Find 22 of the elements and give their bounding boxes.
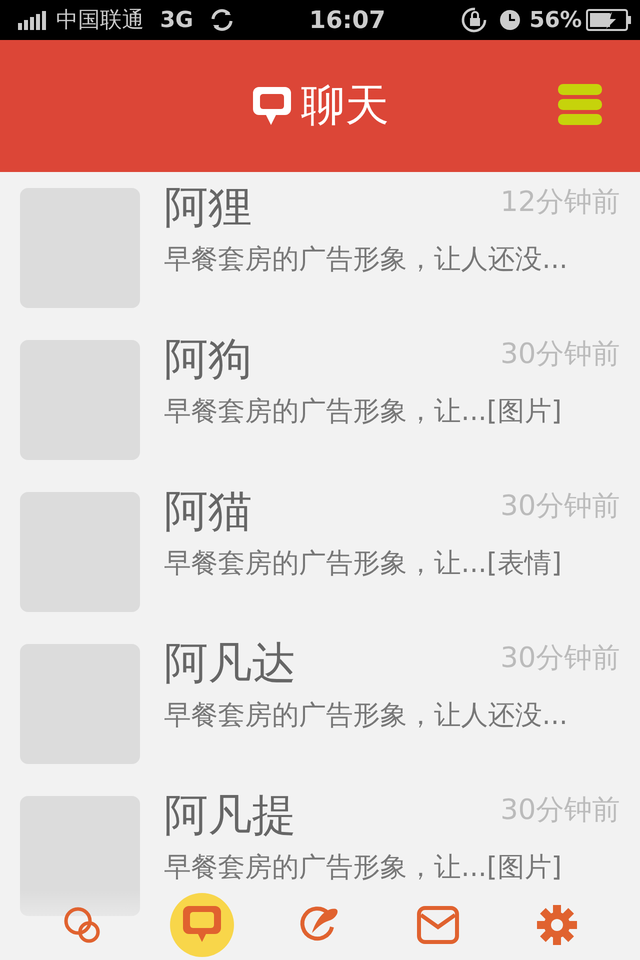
header-title: 聊天	[301, 79, 389, 133]
battery-icon	[586, 9, 632, 31]
message-preview: 早餐套房的广告形象，让...[图片]	[164, 854, 563, 881]
carrier-name: 中国联通	[56, 6, 144, 34]
mail-icon	[416, 905, 460, 945]
battery-percent: 56%	[529, 6, 582, 34]
menu-button[interactable]	[558, 84, 602, 126]
contact-name: 阿凡提	[164, 794, 296, 838]
message-preview: 早餐套房的广告形象，让...[图片]	[164, 398, 563, 425]
contact-name: 阿凡达	[164, 642, 296, 686]
sync-icon	[209, 7, 236, 33]
message-preview: 早餐套房的广告形象，让人还没...	[164, 246, 569, 273]
status-time: 16:07	[309, 5, 386, 36]
network-type: 3G	[160, 6, 194, 34]
clock-icon	[499, 9, 522, 31]
message-preview: 早餐套房的广告形象，让...[表情]	[164, 550, 563, 577]
contact-name: 阿狗	[164, 338, 252, 382]
contact-name: 阿狸	[164, 186, 252, 230]
signal-icon	[18, 10, 48, 30]
message-preview: 早餐套房的广告形象，让人还没...	[164, 702, 569, 729]
gear-icon	[534, 903, 579, 947]
contact-name: 阿猫	[164, 490, 252, 534]
